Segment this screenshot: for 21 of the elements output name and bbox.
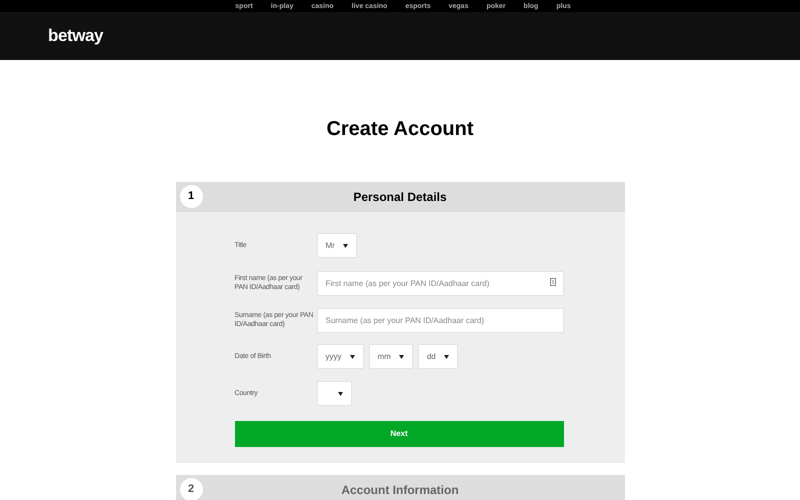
dropdown[interactable]: Mr bbox=[316, 233, 357, 258]
input-field[interactable]: Surname (as per your PAN ID/Aadhaar card) bbox=[316, 308, 564, 333]
dropdown[interactable]: dd bbox=[418, 344, 458, 369]
step-header[interactable]: 1 Personal Details bbox=[176, 182, 624, 212]
step-title: Account Information bbox=[341, 482, 459, 499]
caret-icon bbox=[444, 354, 449, 358]
dropdown[interactable]: mm bbox=[368, 344, 413, 369]
step-number: 2 bbox=[180, 478, 202, 500]
dropdown[interactable] bbox=[316, 381, 352, 406]
dropdown[interactable]: yyyy bbox=[316, 344, 364, 369]
step-title: Personal Details bbox=[353, 189, 447, 206]
logo[interactable]: betway bbox=[48, 23, 104, 49]
step-header[interactable]: 2 Account Information bbox=[176, 475, 624, 500]
input-field[interactable]: First name (as per your PAN ID/Aadhaar card) bbox=[316, 271, 564, 296]
caret-icon bbox=[398, 354, 404, 358]
step-number: 1 bbox=[180, 185, 202, 208]
page-title: Create Account bbox=[325, 117, 475, 142]
card-icon bbox=[550, 278, 556, 286]
caret-icon bbox=[342, 244, 348, 248]
caret-icon bbox=[350, 354, 354, 358]
caret-icon bbox=[338, 392, 342, 396]
